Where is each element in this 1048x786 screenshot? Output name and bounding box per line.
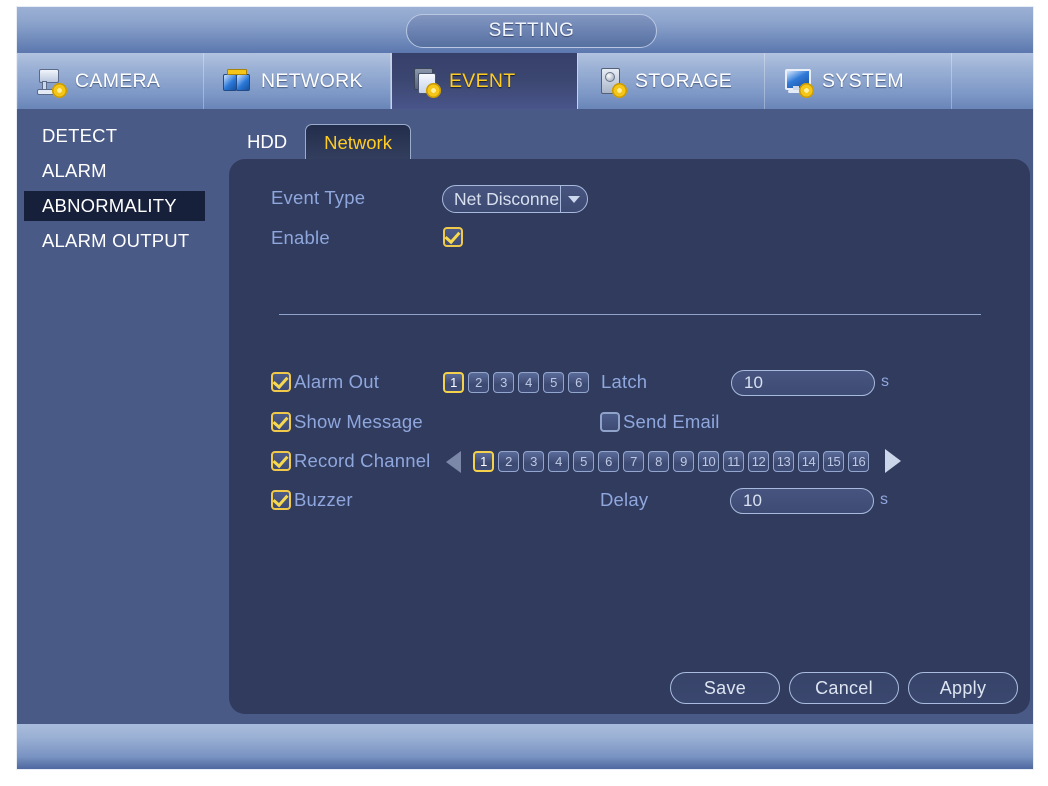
- enable-checkbox[interactable]: [443, 227, 463, 247]
- tab-camera-label: CAMERA: [75, 69, 161, 92]
- tab-network[interactable]: NETWORK: [204, 53, 391, 109]
- camera-gear-icon: [36, 65, 67, 98]
- record-channel-label: Record Channel: [294, 450, 431, 471]
- latch-input[interactable]: 10: [731, 370, 875, 396]
- send-email-checkbox[interactable]: [600, 412, 620, 432]
- alarm-out-channel-4[interactable]: 4: [518, 372, 539, 393]
- record-channel-14[interactable]: 14: [798, 451, 819, 472]
- alarm-out-checkbox[interactable]: [271, 372, 291, 392]
- buzzer-checkbox[interactable]: [271, 490, 291, 510]
- sidebar-item-abnormality[interactable]: ABNORMALITY: [24, 191, 205, 221]
- alarm-out-channel-5[interactable]: 5: [543, 372, 564, 393]
- save-button[interactable]: Save: [670, 672, 780, 704]
- event-type-label: Event Type: [271, 187, 366, 208]
- sidebar-item-alarm[interactable]: ALARM: [24, 156, 205, 186]
- sub-tab-bar: HDD Network: [229, 124, 411, 160]
- record-channel-8[interactable]: 8: [648, 451, 669, 472]
- record-channel-4[interactable]: 4: [548, 451, 569, 472]
- record-channel-15[interactable]: 15: [823, 451, 844, 472]
- record-channel-16[interactable]: 16: [848, 451, 869, 472]
- tab-network-label: NETWORK: [261, 69, 363, 92]
- record-channel-6[interactable]: 6: [598, 451, 619, 472]
- alarm-out-channel-1[interactable]: 1: [443, 372, 464, 393]
- alarm-out-channel-6[interactable]: 6: [568, 372, 589, 393]
- tab-event[interactable]: EVENT: [391, 53, 578, 109]
- settings-panel: Event Type Net Disconne Enable Alarm Out…: [229, 159, 1030, 714]
- tab-storage-label: STORAGE: [635, 69, 733, 92]
- event-type-value: Net Disconne: [454, 188, 560, 209]
- tab-system-label: SYSTEM: [822, 69, 904, 92]
- tab-system[interactable]: SYSTEM: [765, 53, 952, 109]
- latch-unit: s: [881, 373, 890, 390]
- show-message-checkbox[interactable]: [271, 412, 291, 432]
- record-channel-7[interactable]: 7: [623, 451, 644, 472]
- sub-tab-hdd[interactable]: HDD: [229, 124, 305, 160]
- triangle-right-icon[interactable]: [885, 449, 901, 473]
- buzzer-label: Buzzer: [294, 489, 353, 510]
- latch-label: Latch: [601, 371, 648, 392]
- alarm-out-label: Alarm Out: [294, 371, 380, 392]
- tab-camera[interactable]: CAMERA: [17, 53, 204, 109]
- show-message-label: Show Message: [294, 411, 423, 432]
- delay-unit: s: [880, 491, 889, 508]
- chevron-down-icon[interactable]: [560, 186, 587, 212]
- enable-label: Enable: [271, 227, 330, 248]
- record-channel-2[interactable]: 2: [498, 451, 519, 472]
- tab-event-label: EVENT: [449, 69, 516, 92]
- record-channel-1[interactable]: 1: [473, 451, 494, 472]
- record-channel-3[interactable]: 3: [523, 451, 544, 472]
- cancel-button[interactable]: Cancel: [789, 672, 899, 704]
- tab-storage[interactable]: STORAGE: [578, 53, 765, 109]
- page-title: SETTING: [406, 14, 657, 48]
- record-channel-5[interactable]: 5: [573, 451, 594, 472]
- title-bar: SETTING: [17, 7, 1033, 53]
- alarm-out-channel-3[interactable]: 3: [493, 372, 514, 393]
- triangle-left-icon[interactable]: [446, 451, 461, 473]
- section-divider: [279, 314, 981, 315]
- event-gear-icon: [410, 65, 441, 98]
- monitor-gear-icon: [783, 65, 814, 98]
- delay-input[interactable]: 10: [730, 488, 874, 514]
- record-channel-12[interactable]: 12: [748, 451, 769, 472]
- setting-window: SETTING CAMERA NETWORK EVENT STORAGE SYS…: [16, 6, 1034, 770]
- event-type-dropdown[interactable]: Net Disconne: [442, 185, 588, 213]
- delay-label: Delay: [600, 489, 649, 510]
- sidebar-item-detect[interactable]: DETECT: [24, 121, 205, 151]
- record-channel-checkbox[interactable]: [271, 451, 291, 471]
- alarm-out-channel-2[interactable]: 2: [468, 372, 489, 393]
- record-channel-11[interactable]: 11: [723, 451, 744, 472]
- body-area: DETECT ALARM ABNORMALITY ALARM OUTPUT HD…: [17, 109, 1033, 724]
- sidebar: DETECT ALARM ABNORMALITY ALARM OUTPUT: [17, 109, 213, 724]
- main-tab-bar: CAMERA NETWORK EVENT STORAGE SYSTEM: [17, 53, 1033, 109]
- network-icon: [222, 65, 252, 97]
- hdd-gear-icon: [596, 65, 627, 98]
- record-channel-13[interactable]: 13: [773, 451, 794, 472]
- sub-tab-network[interactable]: Network: [305, 124, 411, 160]
- record-channel-9[interactable]: 9: [673, 451, 694, 472]
- sidebar-item-alarm-output[interactable]: ALARM OUTPUT: [24, 226, 205, 256]
- window-footer: [17, 724, 1033, 769]
- apply-button[interactable]: Apply: [908, 672, 1018, 704]
- send-email-label: Send Email: [623, 411, 720, 432]
- record-channel-10[interactable]: 10: [698, 451, 719, 472]
